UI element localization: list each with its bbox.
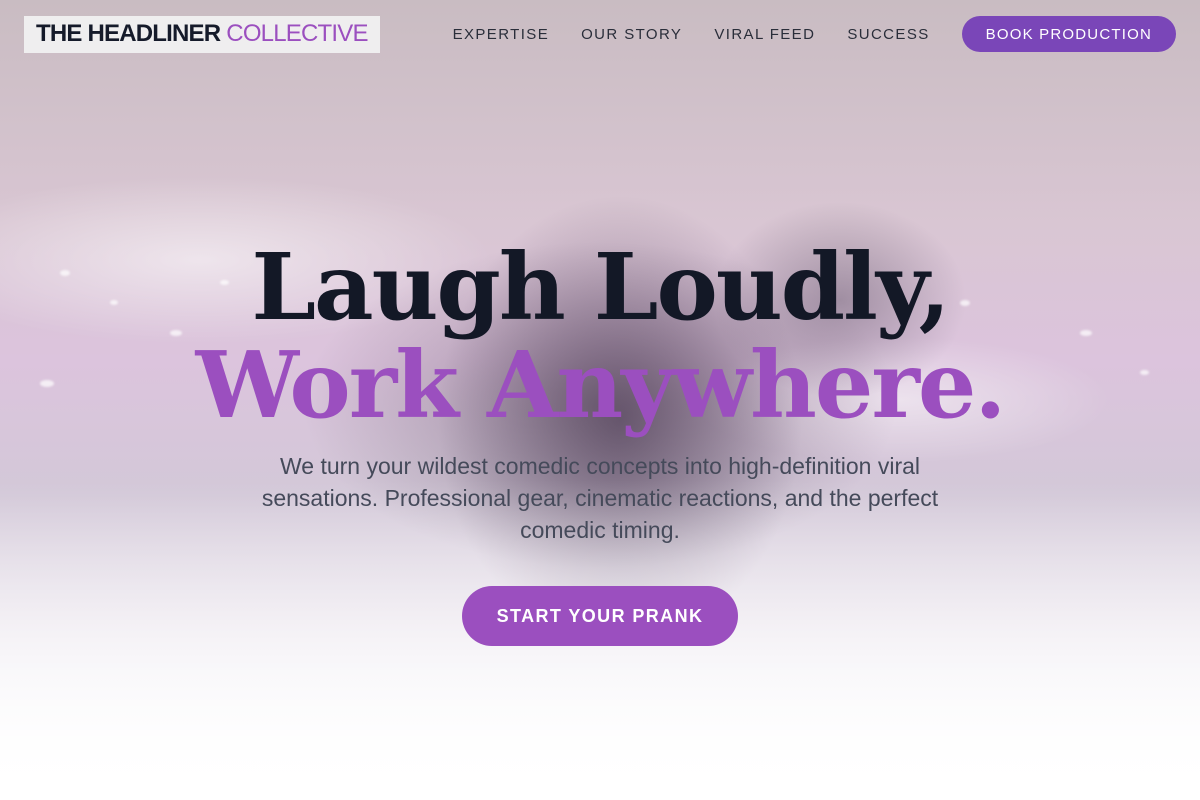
start-your-prank-button[interactable]: START YOUR PRANK <box>462 586 738 646</box>
hero-headline-line1: Laugh Loudly, <box>251 233 950 341</box>
hero-subtitle: We turn your wildest comedic concepts in… <box>261 453 939 543</box>
hero-section: Laugh Loudly, Work Anywhere. We turn you… <box>0 0 1200 800</box>
hero-headline-line2: Work Anywhere. <box>195 331 1007 439</box>
